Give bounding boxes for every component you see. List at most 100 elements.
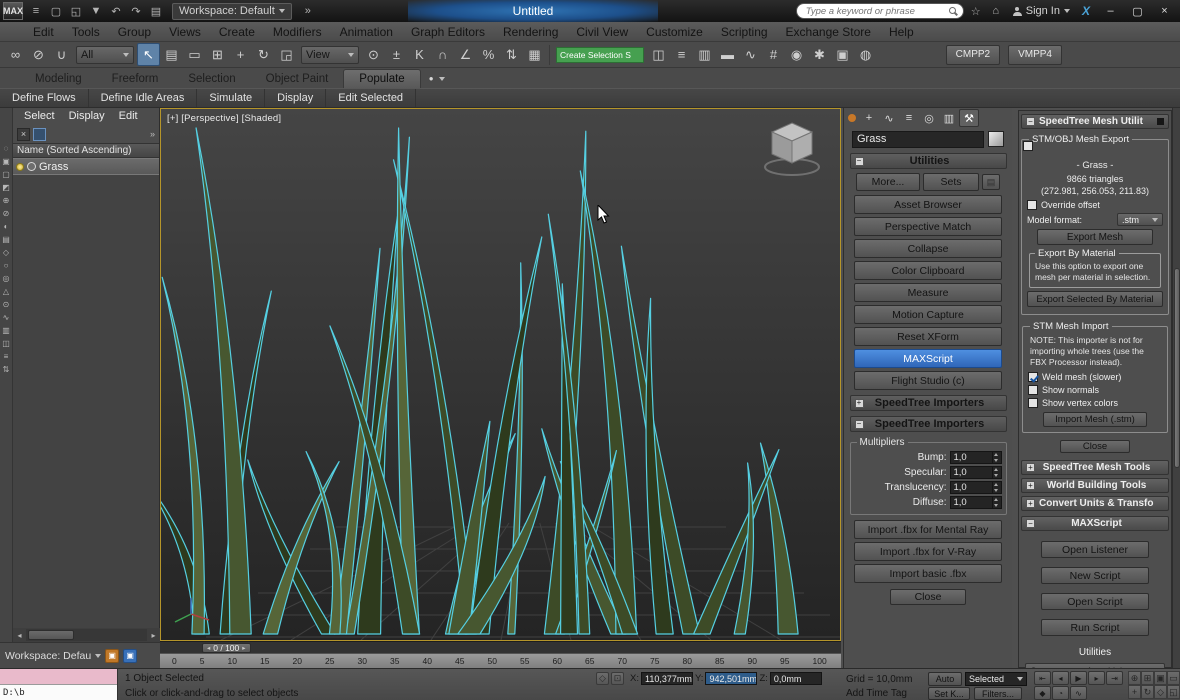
panel-close-icon[interactable] [1157,118,1164,125]
bind-to-space-warp-icon[interactable]: ∪ [50,43,73,66]
go-to-end-icon[interactable]: ⇥ [1106,671,1123,685]
maxscript-new-script[interactable]: New Script [1041,567,1149,584]
search-input[interactable] [806,6,945,17]
ribbon-tab-object-paint[interactable]: Object Paint [251,69,344,88]
workspace-selector[interactable]: Workspace: Defau [5,650,101,662]
render-setup-icon[interactable]: ✱ [808,43,831,66]
populate-button-define-idle-areas[interactable]: Define Idle Areas [89,89,198,107]
utility-reset-xform[interactable]: Reset XForm [854,327,1002,346]
ribbon-tab-selection[interactable]: Selection [173,69,250,88]
filter-helpers-icon[interactable]: ⊙ [0,298,12,311]
auto-key-button[interactable]: Auto [928,672,962,686]
cmpp2-button[interactable]: CMPP2 [946,45,1000,65]
filter-icon[interactable] [33,128,46,141]
select-and-scale-icon[interactable]: ◲ [275,43,298,66]
field-of-view-icon[interactable]: ◇ [1154,685,1167,699]
select-invert-icon[interactable]: ◩ [0,181,12,194]
clear-search-icon[interactable]: × [17,128,30,141]
rectangular-selection-region-icon[interactable]: ▭ [183,43,206,66]
hide-icon[interactable]: ◐ [0,220,12,233]
menu-scripting[interactable]: Scripting [712,22,777,42]
workspace-explorer-icon[interactable]: ▣ [123,649,137,663]
utility-asset-browser[interactable]: Asset Browser [854,195,1002,214]
menu-graph-editors[interactable]: Graph Editors [402,22,494,42]
menu-modifiers[interactable]: Modifiers [264,22,331,42]
model-format-dropdown[interactable]: .stm [1117,213,1163,226]
maxscript-open-listener[interactable]: Open Listener [1041,541,1149,558]
utility-collapse[interactable]: Collapse [854,239,1002,258]
scene-object-grass[interactable]: Grass [13,158,159,175]
minimize-button[interactable]: – [1097,2,1124,20]
macro-recorder-line[interactable] [0,669,117,685]
menu-group[interactable]: Group [109,22,160,42]
rollout-world-building-tools[interactable]: World Building Tools [1021,478,1169,493]
sets-button[interactable]: Sets [923,173,979,191]
percent-snap-toggle-icon[interactable]: % [477,43,500,66]
select-by-name-icon[interactable]: ▤ [160,43,183,66]
motion-tab[interactable]: ◎ [919,109,939,127]
close-button[interactable]: × [1151,2,1178,20]
time-configuration-icon[interactable]: ◔ [1052,686,1069,700]
expand-panel-icon[interactable]: » [150,129,155,139]
align-icon[interactable]: ≡ [670,43,693,66]
rollout-maxscript[interactable]: MAXScript [1021,516,1169,531]
select-and-rotate-icon[interactable]: ↻ [252,43,275,66]
rollout-toggle-icon[interactable] [1026,519,1035,528]
pick-icon[interactable]: ◌ [0,142,12,155]
freeze-icon[interactable]: ▤ [0,233,12,246]
populate-button-display[interactable]: Display [265,89,326,107]
set-key-button[interactable]: Set K... [928,687,970,700]
orbit-icon[interactable]: ↻ [1141,685,1154,699]
window-crossing-toggle-icon[interactable]: ⊞ [206,43,229,66]
explorer-column-header[interactable]: Name (Sorted Ascending) [13,143,159,158]
scroll-right-icon[interactable]: ▸ [147,631,160,640]
perspective-viewport[interactable]: [+] [Perspective] [Shaded] [160,108,841,641]
explorer-tab-edit[interactable]: Edit [112,110,145,125]
listener-line[interactable]: D:\b [0,685,117,700]
ribbon-tab-freeform[interactable]: Freeform [97,69,174,88]
unlink-selection-icon[interactable]: ⊘ [27,43,50,66]
rollout-toggle-icon[interactable] [1026,463,1035,472]
rollout-toggle-icon[interactable] [855,399,864,408]
menu-tools[interactable]: Tools [63,22,109,42]
populate-button-simulate[interactable]: Simulate [197,89,265,107]
new-scene-icon[interactable]: ▢ [46,1,66,21]
view-cube[interactable] [760,115,824,179]
add-time-tag[interactable]: Add Time Tag [846,688,907,699]
x-coordinate-field[interactable]: 110,377mm [641,672,693,685]
export-option-checkbox[interactable] [1023,141,1033,151]
key-filters-icon[interactable]: ◆ [1034,686,1051,700]
menu-edit[interactable]: Edit [24,22,63,42]
utility-measure[interactable]: Measure [854,283,1002,302]
schematic-view-icon[interactable]: # [762,43,785,66]
toolbar-overflow-icon[interactable]: » [298,1,318,21]
filter-xrefs-icon[interactable]: ◫ [0,337,12,350]
zoom-extents-icon[interactable]: ▣ [1154,671,1167,685]
button-import-fbx-for-mental-ray[interactable]: Import .fbx for Mental Ray [854,520,1002,539]
more-button[interactable]: More... [856,173,920,191]
menu-create[interactable]: Create [210,22,264,42]
horizontal-scrollbar[interactable] [26,629,147,641]
visibility-icon[interactable] [16,163,24,171]
rollout-toggle-icon[interactable] [1026,117,1035,126]
rollout-speedtree-mesh-tools[interactable]: SpeedTree Mesh Tools [1021,460,1169,475]
undo-icon[interactable]: ↶ [106,1,126,21]
edit-named-selection-sets-icon[interactable]: ▦ [523,43,546,66]
option-weld-mesh-slower[interactable]: Weld mesh (slower) [1028,372,1162,382]
maxscript-run-script[interactable]: Run Script [1041,619,1149,636]
application-menu-icon[interactable]: ≡ [26,1,46,21]
display-tab[interactable]: ▥ [939,109,959,127]
rollout-toggle-icon[interactable] [1026,481,1035,490]
restore-button[interactable]: ▢ [1124,2,1151,20]
scrollbar-thumb[interactable] [28,630,74,640]
utility-flight-studio-c[interactable]: Flight Studio (c) [854,371,1002,390]
menu-help[interactable]: Help [880,22,923,42]
key-filters-button[interactable]: Filters... [974,687,1022,700]
select-none-icon[interactable]: ▢ [0,168,12,181]
time-slider-track[interactable]: ◂0 / 100▸ [160,641,841,653]
favorites-icon[interactable]: ☆ [966,1,986,21]
populate-button-edit-selected[interactable]: Edit Selected [326,89,416,107]
next-frame-icon[interactable]: ▸ [1088,671,1105,685]
utility-perspective-match[interactable]: Perspective Match [854,217,1002,236]
sound-toggle-icon[interactable]: ∿ [1070,686,1087,700]
